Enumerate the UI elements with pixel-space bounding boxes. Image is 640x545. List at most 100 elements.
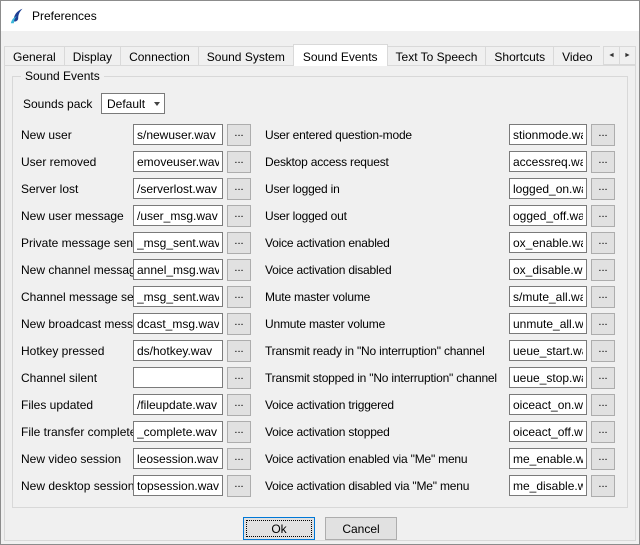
sound-event-label: New broadcast message [21,317,133,331]
sound-file-input[interactable] [133,313,223,334]
sound-file-input[interactable] [133,448,223,469]
sound-file-input[interactable] [509,151,587,172]
arrow-right-icon: ► [624,52,631,59]
browse-button[interactable]: ... [227,448,251,470]
sound-event-label: Channel message sent [21,290,133,304]
tab-display[interactable]: Display [64,46,121,66]
sound-event-row: New channel message... [21,256,255,283]
sound-event-row: Desktop access request... [265,148,623,175]
sound-file-input[interactable] [509,124,587,145]
arrow-left-icon: ◄ [608,52,615,59]
tab-text-to-speech[interactable]: Text To Speech [387,46,487,66]
sound-file-input[interactable] [133,421,223,442]
sound-file-input[interactable] [133,286,223,307]
browse-button[interactable]: ... [591,205,615,227]
sound-file-input[interactable] [133,340,223,361]
tab-scroll-right-button[interactable]: ► [619,46,636,65]
sound-file-input[interactable] [509,475,587,496]
browse-button[interactable]: ... [227,421,251,443]
sound-file-input[interactable] [509,205,587,226]
browse-button[interactable]: ... [227,232,251,254]
sounds-pack-row: Sounds pack Default [23,93,623,114]
sound-file-input[interactable] [133,178,223,199]
sound-event-label: User removed [21,155,133,169]
browse-button[interactable]: ... [227,394,251,416]
sound-event-row: Voice activation triggered... [265,391,623,418]
sound-file-input[interactable] [133,259,223,280]
browse-button[interactable]: ... [227,367,251,389]
sound-file-input[interactable] [509,232,587,253]
browse-button[interactable]: ... [591,394,615,416]
browse-button[interactable]: ... [591,151,615,173]
browse-button[interactable]: ... [591,340,615,362]
sound-file-input[interactable] [509,313,587,334]
browse-button[interactable]: ... [227,286,251,308]
sound-file-input[interactable] [133,124,223,145]
tab-scroll-left-button[interactable]: ◄ [603,46,620,65]
sound-event-label: Private message sent [21,236,133,250]
group-title: Sound Events [21,69,104,83]
sound-file-input[interactable] [509,286,587,307]
tab-video[interactable]: Video [553,46,600,66]
sound-file-input[interactable] [133,394,223,415]
sound-event-row: Voice activation enabled... [265,229,623,256]
sound-event-row: File transfer complete... [21,418,255,445]
tab-strip: GeneralDisplayConnectionSound SystemSoun… [4,43,636,66]
sound-file-input[interactable] [509,367,587,388]
sound-event-row: Voice activation disabled via "Me" menu.… [265,472,623,499]
tab-sound-system[interactable]: Sound System [198,46,294,66]
tab-connection[interactable]: Connection [120,46,199,66]
sound-event-row: Files updated... [21,391,255,418]
browse-button[interactable]: ... [591,124,615,146]
sound-file-input[interactable] [509,394,587,415]
browse-button[interactable]: ... [227,178,251,200]
tab-shortcuts[interactable]: Shortcuts [485,46,554,66]
browse-button[interactable]: ... [227,151,251,173]
browse-button[interactable]: ... [591,448,615,470]
browse-button[interactable]: ... [591,367,615,389]
browse-button[interactable]: ... [591,421,615,443]
sound-file-input[interactable] [509,340,587,361]
browse-button[interactable]: ... [227,259,251,281]
sound-file-input[interactable] [133,205,223,226]
sound-event-row: User removed... [21,148,255,175]
sound-event-row: New user... [21,121,255,148]
sound-file-input[interactable] [133,475,223,496]
sound-event-row: Mute master volume... [265,283,623,310]
cancel-button[interactable]: Cancel [325,517,397,540]
sound-event-label: Voice activation disabled [265,263,509,277]
sound-event-row: New user message... [21,202,255,229]
sound-file-input[interactable] [509,178,587,199]
browse-button[interactable]: ... [227,340,251,362]
sound-event-row: Server lost... [21,175,255,202]
sound-file-input[interactable] [509,259,587,280]
sound-event-label: Voice activation enabled via "Me" menu [265,452,509,466]
tab-general[interactable]: General [4,46,65,66]
sounds-pack-label: Sounds pack [23,97,101,111]
sound-event-row: User logged in... [265,175,623,202]
sound-event-label: Hotkey pressed [21,344,133,358]
sound-file-input[interactable] [509,421,587,442]
sound-event-label: Channel silent [21,371,133,385]
browse-button[interactable]: ... [591,286,615,308]
tab-sound-events[interactable]: Sound Events [293,44,388,66]
sound-event-label: User logged out [265,209,509,223]
sound-event-label: Unmute master volume [265,317,509,331]
sound-file-input[interactable] [133,151,223,172]
browse-button[interactable]: ... [227,313,251,335]
sound-file-input[interactable] [133,232,223,253]
sounds-pack-select[interactable]: Default [101,93,165,114]
browse-button[interactable]: ... [591,475,615,497]
browse-button[interactable]: ... [227,475,251,497]
browse-button[interactable]: ... [227,205,251,227]
sound-file-input[interactable] [509,448,587,469]
browse-button[interactable]: ... [227,124,251,146]
sound-file-input[interactable] [133,367,223,388]
browse-button[interactable]: ... [591,313,615,335]
browse-button[interactable]: ... [591,232,615,254]
sound-event-row: Hotkey pressed... [21,337,255,364]
browse-button[interactable]: ... [591,259,615,281]
sound-event-row: User logged out... [265,202,623,229]
browse-button[interactable]: ... [591,178,615,200]
ok-button[interactable]: Ok [243,517,315,540]
